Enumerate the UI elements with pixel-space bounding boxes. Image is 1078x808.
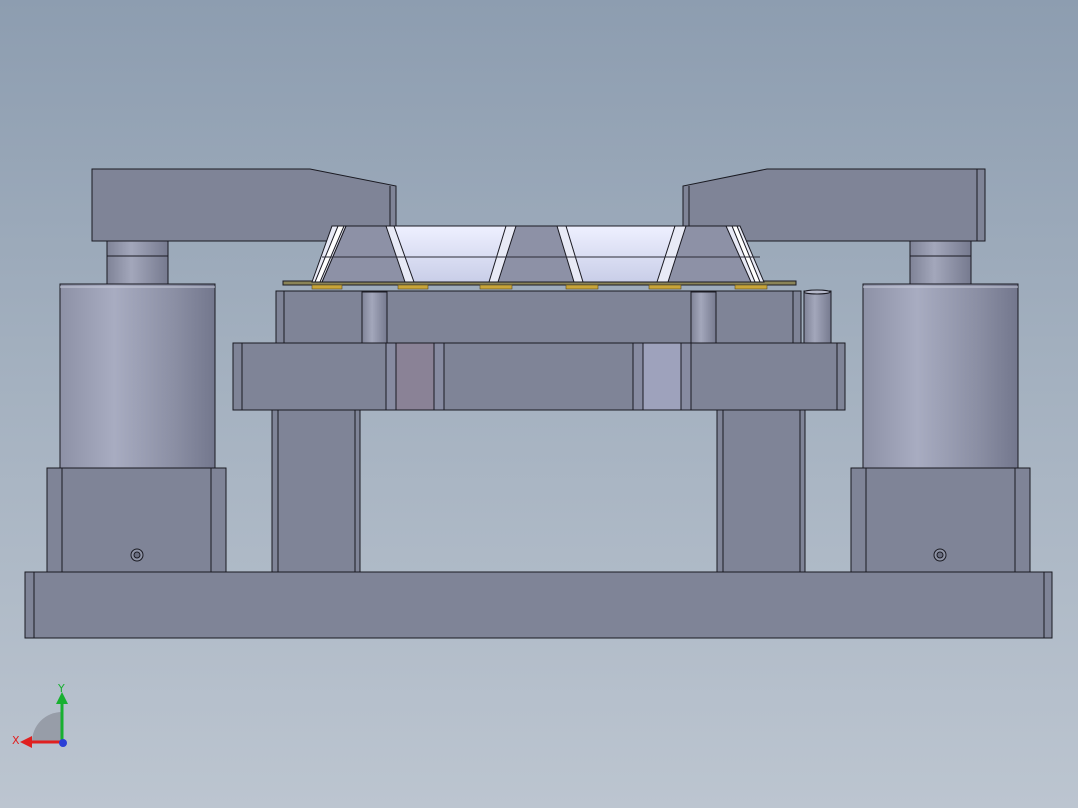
- cad-viewport[interactable]: Y X: [0, 0, 1078, 808]
- left-cylinder-rod[interactable]: [106, 240, 169, 285]
- y-axis-label: Y: [57, 684, 65, 695]
- guide-pin-left[interactable]: [361, 291, 388, 344]
- left-support-column[interactable]: [271, 409, 361, 573]
- right-cylinder[interactable]: [862, 283, 1019, 469]
- right-mount-block[interactable]: [850, 467, 1031, 573]
- left-mount-block[interactable]: [46, 467, 227, 573]
- guide-pin-outer[interactable]: [803, 289, 832, 344]
- right-cylinder-rod[interactable]: [909, 240, 972, 285]
- x-axis-label: X: [12, 734, 20, 747]
- axis-triad: Y X: [12, 684, 68, 748]
- upper-plate[interactable]: [275, 290, 802, 344]
- z-axis-dot: [59, 739, 67, 747]
- left-cylinder[interactable]: [59, 283, 216, 469]
- base-plate[interactable]: [24, 571, 1053, 639]
- middle-plate[interactable]: [232, 342, 846, 411]
- fixture-model[interactable]: [0, 0, 1078, 808]
- triad-plane: [32, 712, 62, 742]
- right-support-column[interactable]: [716, 409, 806, 573]
- guide-pin-right[interactable]: [690, 291, 717, 344]
- x-axis-arrowhead: [20, 736, 32, 748]
- glass-cover[interactable]: [311, 225, 765, 283]
